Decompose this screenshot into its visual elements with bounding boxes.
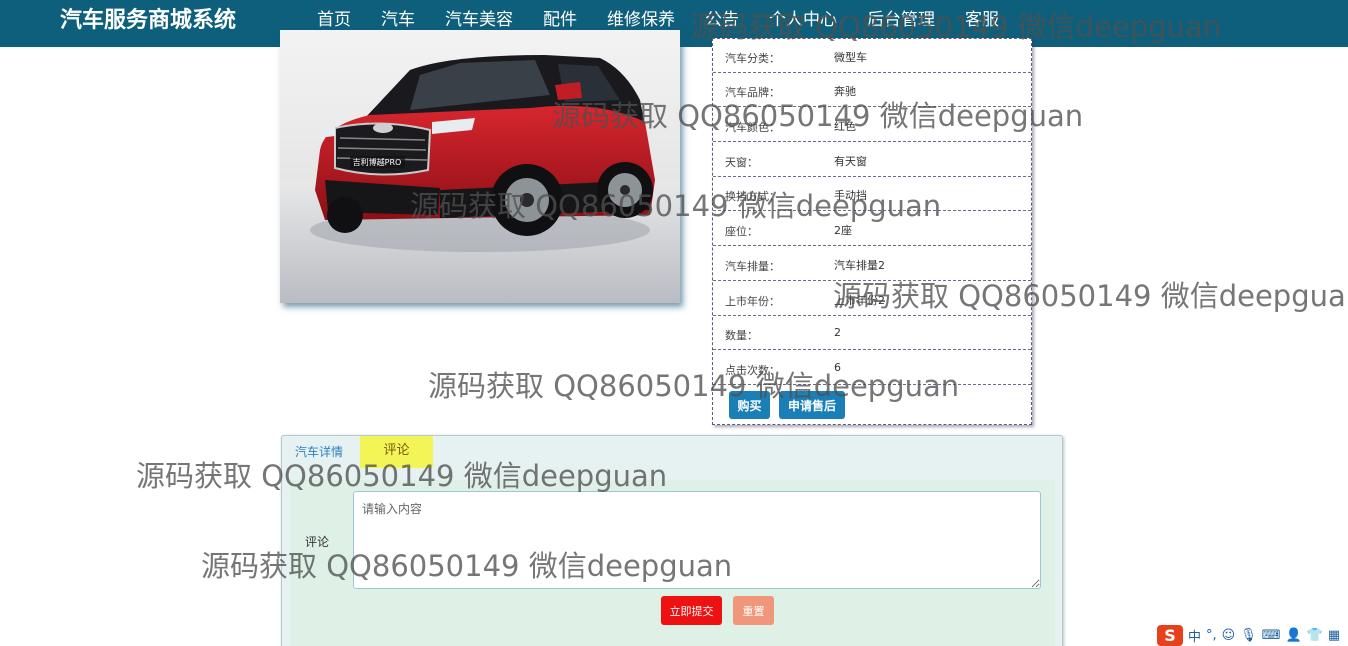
ime-lang[interactable]: 中 [1188, 626, 1201, 645]
info-value: 2座 [834, 224, 852, 237]
keyboard-icon[interactable]: ⌨ [1262, 628, 1281, 643]
user-icon[interactable]: 👤 [1286, 628, 1302, 643]
tab-comment[interactable]: 评论 [360, 436, 433, 468]
info-value: 奔驰 [834, 85, 856, 98]
reset-button[interactable]: 重置 [733, 596, 774, 625]
comment-field-label: 评论 [305, 535, 330, 549]
skin-icon[interactable]: 👕 [1307, 628, 1323, 643]
info-value: 汽车排量2 [834, 259, 885, 272]
info-value: 上市年份2 [834, 294, 885, 307]
info-label: 换挡方式： [725, 190, 780, 203]
info-row-clicks: 点击次数： 6 [713, 351, 1031, 385]
sogou-logo-icon[interactable]: S [1157, 625, 1183, 646]
microphone-icon[interactable]: 🎙 [1240, 628, 1257, 643]
after-sale-button[interactable]: 申请售后 [779, 391, 845, 419]
comment-textarea[interactable] [353, 491, 1041, 589]
info-label: 天窗： [725, 156, 758, 169]
info-row-year: 上市年份： 上市年份2 [713, 282, 1031, 316]
info-row-brand: 汽车品牌： 奔驰 [713, 73, 1031, 107]
submit-button[interactable]: 立即提交 [661, 596, 722, 625]
ime-toolbar: S 中 °, ☺ 🎙 ⌨ 👤 👕 ▦ [1157, 625, 1348, 646]
info-value: 手动挡 [834, 189, 867, 202]
info-label: 汽车颜色： [725, 121, 780, 134]
page: 汽车服务商城系统 首页 汽车 汽车美容 配件 维修保养 公告 个人中心 后台管理… [0, 0, 1348, 646]
info-label: 汽车分类： [725, 52, 780, 65]
car-image: 吉利博越PRO [280, 30, 680, 303]
info-value: 有天窗 [834, 155, 867, 168]
car-badge: 吉利博越PRO [353, 157, 402, 167]
info-label: 汽车排量： [725, 260, 780, 273]
info-value: 微型车 [834, 51, 867, 64]
site-brand[interactable]: 汽车服务商城系统 [60, 6, 236, 36]
detail-tabs: 汽车详情 评论 评论 立即提交 重置 [281, 435, 1063, 646]
info-row-quantity: 数量： 2 [713, 316, 1031, 350]
punctuation-icon[interactable]: °, [1206, 628, 1217, 643]
info-label: 汽车品牌： [725, 86, 780, 99]
info-label: 上市年份： [725, 295, 780, 308]
tab-car-detail[interactable]: 汽车详情 [295, 436, 343, 468]
info-row-sunroof: 天窗： 有天窗 [713, 143, 1031, 177]
comment-form: 评论 立即提交 重置 [290, 480, 1055, 646]
info-row-category: 汽车分类： 微型车 [713, 39, 1031, 73]
info-row-displacement: 汽车排量： 汽车排量2 [713, 247, 1031, 281]
emoji-icon[interactable]: ☺ [1222, 628, 1236, 643]
car-illustration: 吉利博越PRO [280, 55, 680, 303]
info-label: 数量： [725, 329, 758, 342]
info-row-seats: 座位： 2座 [713, 212, 1031, 246]
toolbox-icon[interactable]: ▦ [1328, 628, 1340, 643]
info-value: 6 [834, 361, 841, 374]
info-value: 2 [834, 326, 841, 339]
info-row-transmission: 换挡方式： 手动挡 [713, 177, 1031, 211]
info-label: 座位： [725, 225, 758, 238]
info-row-color: 汽车颜色： 红色 [713, 108, 1031, 142]
info-value: 红色 [834, 120, 856, 133]
buy-button[interactable]: 购买 [729, 391, 770, 419]
info-label: 点击次数： [725, 364, 780, 377]
car-info-panel: 汽车分类： 微型车 汽车品牌： 奔驰 汽车颜色： 红色 天窗： 有天窗 换挡方式… [712, 38, 1032, 425]
